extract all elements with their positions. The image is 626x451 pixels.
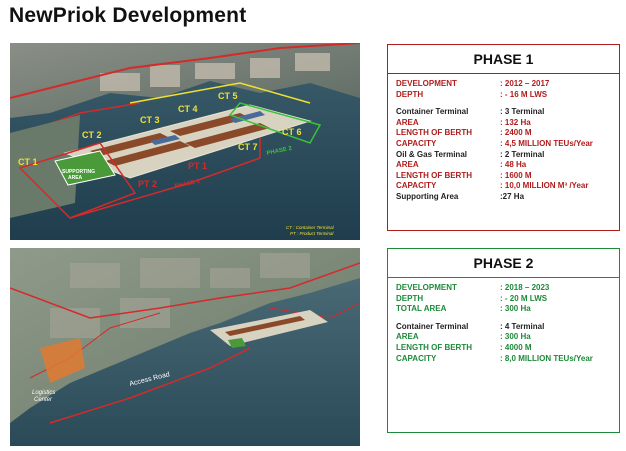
phase1-row-value: : 4,5 MILLION TEUs/Year [500,138,593,148]
phase1-row-value: : 10,0 MILLION M³ /Year [500,181,589,191]
phase1-row: CAPACITY : 4,5 MILLION TEUs/Year [396,139,611,150]
phase2-row: DEVELOPMENT : 2018 – 2023 [396,283,611,294]
phase1-row: LENGTH OF BERTH : 2400 M [396,128,611,139]
phase1-row-label: Container Terminal [396,107,469,117]
ct3-label: CT 3 [140,115,160,125]
ct2-label: CT 2 [82,130,102,140]
phase1-row: Supporting Area :27 Ha [396,192,611,203]
phase1-row-value: : 3 Terminal [500,107,545,117]
phase2-panel: PHASE 2 DEVELOPMENT : 2018 – 2023 DEPTH : -… [387,248,620,433]
phase2-row-label: LENGTH OF BERTH [396,342,472,352]
phase2-row-value: : 4000 M [500,342,532,352]
phase2-row: DEPTH : - 20 M LWS [396,294,611,305]
ct4-label: CT 4 [178,104,198,114]
phase2-row: CAPACITY : 8,0 MILLION TEUs/Year [396,354,611,365]
phase2-heading: PHASE 2 [388,249,619,278]
phase1-row-label: Supporting Area [396,191,459,201]
phase2-row-value: : - 20 M LWS [500,293,548,303]
pt1-label: PT 1 [188,161,207,171]
phase1-row: LENGTH OF BERTH : 1600 M [396,171,611,182]
phase2-details: DEVELOPMENT : 2018 – 2023 DEPTH : - 20 M LW… [388,278,619,364]
phase1-heading: PHASE 1 [388,45,619,74]
phase1-row-label: DEPTH [396,89,424,99]
ct1-label: CT 1 [18,157,38,167]
pt2-label: PT 2 [138,179,157,189]
phase2-row-value: : 8,0 MILLION TEUs/Year [500,353,593,363]
ct5-label: CT 5 [218,91,238,101]
phase2-row-label: AREA [396,332,419,342]
phase1-row: Oil & Gas Terminal : 2 Terminal [396,150,611,161]
phase1-row-label: AREA [396,117,419,127]
phase2-row-value: : 300 Ha [500,332,531,342]
phase2-row-value: : 300 Ha [500,304,531,314]
phase1-row-label: AREA [396,160,419,170]
phase1-row-label: LENGTH OF BERTH [396,170,472,180]
phase2-row: LENGTH OF BERTH : 4000 M [396,343,611,354]
phase1-row: DEPTH : - 16 M LWS [396,90,611,101]
legend-pt: PT : Product Terminal [290,231,334,236]
phase1-row-value: : 1600 M [500,170,532,180]
phase1-panel: PHASE 1 DEVELOPMENT : 2012 – 2017 DEPTH : -… [387,44,620,231]
phase1-row-label: LENGTH OF BERTH [396,128,472,138]
phase2-row-label: TOTAL AREA [396,304,447,314]
phase1-row-value: : 2 Terminal [500,149,545,159]
phase1-aerial-map: CT 1 CT 2 CT 3 CT 4 CT 5 CT 6 CT 7 PT 1 … [10,43,360,240]
phase2-row-label: Container Terminal [396,321,469,331]
phase2-aerial-svg: Access Road Logistics Center [10,248,360,446]
phase1-row-label: DEVELOPMENT [396,79,457,88]
logistics-center-label-line1: Logistics [32,390,55,396]
phase1-details: DEVELOPMENT : 2012 – 2017 DEPTH : - 16 M LW… [388,74,619,203]
phase1-row-value: : 132 Ha [500,117,531,127]
phase1-row-value: : 2012 – 2017 [500,79,550,88]
ct6-label: CT 6 [282,127,302,137]
phase1-row-value: : 48 Ha [500,160,527,170]
phase2-row-label: CAPACITY [396,353,437,363]
phase2-row: Container Terminal : 4 Terminal [396,322,611,333]
phase2-row: AREA : 300 Ha [396,332,611,343]
ct7-label: CT 7 [238,142,258,152]
phase1-row: AREA : 132 Ha [396,118,611,129]
phase2-row: TOTAL AREA : 300 Ha [396,304,611,315]
phase1-row-value: : 2400 M [500,128,532,138]
phase1-row: AREA : 48 Ha [396,160,611,171]
phase1-row: CAPACITY : 10,0 MILLION M³ /Year [396,181,611,192]
phase1-row: DEVELOPMENT : 2012 – 2017 [396,79,611,90]
phase2-aerial-map: Access Road Logistics Center [10,248,360,446]
phase2-row-label: DEPTH [396,293,424,303]
phase2-row-value: : 2018 – 2023 [500,283,550,292]
phase1-row-value: : - 16 M LWS [500,89,548,99]
phase1-row-label: Oil & Gas Terminal [396,149,467,159]
phase1-row: Container Terminal : 3 Terminal [396,107,611,118]
legend-ct: CT : Container Terminal [286,225,335,230]
logistics-center-label-line2: Center [34,397,53,403]
page-title: NewPriok Development [9,4,247,27]
phase1-row-label: CAPACITY [396,138,437,148]
supporting-area-label-line2: AREA [68,175,83,181]
phase1-aerial-svg: CT 1 CT 2 CT 3 CT 4 CT 5 CT 6 CT 7 PT 1 … [10,43,360,240]
phase2-row-value: : 4 Terminal [500,321,545,331]
phase2-row-label: DEVELOPMENT [396,283,457,292]
phase1-row-value: :27 Ha [500,191,525,201]
phase1-row-label: CAPACITY [396,181,437,191]
